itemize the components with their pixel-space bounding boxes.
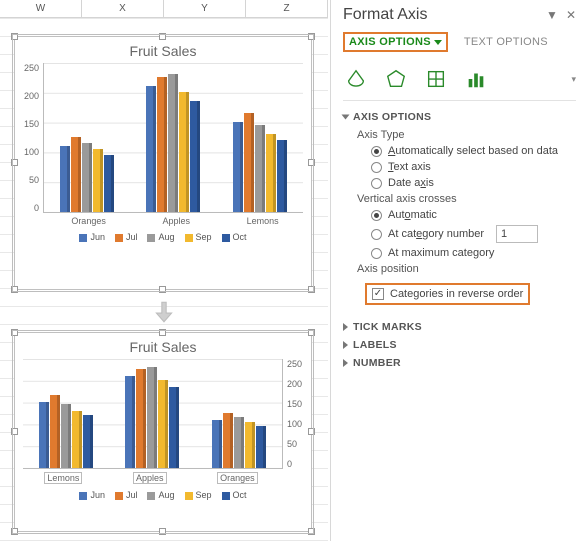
pane-title: Format Axis: [343, 6, 427, 24]
checkbox-icon: [372, 288, 384, 300]
category-number-input[interactable]: 1: [496, 225, 538, 243]
radio-at-category-number[interactable]: At category number1: [371, 225, 576, 243]
y-axis[interactable]: 250200150100500: [283, 359, 311, 469]
chart-title[interactable]: Fruit Sales: [15, 37, 311, 63]
format-axis-pane: Format Axis ▼ ✕ AXIS OPTIONS TEXT OPTION…: [330, 0, 586, 541]
chart-legend[interactable]: JunJulAugSepOct: [15, 486, 311, 504]
checkbox-categories-reverse[interactable]: Categories in reverse order: [365, 283, 530, 305]
effects-icon[interactable]: [383, 66, 409, 92]
x-axis-labels[interactable]: LemonsApplesOranges: [15, 469, 311, 486]
label-axis-type: Axis Type: [357, 129, 576, 141]
radio-text-axis[interactable]: Text axis: [371, 161, 576, 173]
chevron-down-icon[interactable]: ▾: [571, 74, 576, 85]
plot-area[interactable]: [23, 359, 283, 469]
col-header[interactable]: W: [0, 0, 82, 17]
fill-line-icon[interactable]: [343, 66, 369, 92]
chevron-down-icon: [434, 40, 442, 45]
arrow-down-icon: [150, 298, 178, 326]
section-axis-options[interactable]: AXIS OPTIONS: [343, 111, 576, 123]
chart-object-2[interactable]: Fruit Sales 250200150100500 LemonsApples…: [14, 332, 312, 532]
chart-legend[interactable]: JunJulAugSepOct: [15, 228, 311, 246]
label-axis-position: Axis position: [357, 263, 576, 275]
column-headers: W X Y Z: [0, 0, 328, 18]
radio-automatic[interactable]: Automatic: [371, 209, 576, 221]
close-icon[interactable]: ✕: [566, 8, 576, 22]
worksheet-area: W X Y Z Fruit Sales 250200150100500 Oran…: [0, 0, 328, 541]
radio-auto-select[interactable]: Automatically select based on data: [371, 145, 576, 157]
plot-area[interactable]: [43, 63, 303, 213]
col-header[interactable]: X: [82, 0, 164, 17]
chart-title[interactable]: Fruit Sales: [15, 333, 311, 359]
tab-text-options[interactable]: TEXT OPTIONS: [464, 36, 548, 48]
x-axis-labels[interactable]: OrangesApplesLemons: [15, 213, 311, 228]
radio-at-maximum-category[interactable]: At maximum category: [371, 247, 576, 259]
axis-options-icon[interactable]: [463, 66, 489, 92]
col-header[interactable]: Z: [246, 0, 328, 17]
tab-axis-options[interactable]: AXIS OPTIONS: [343, 32, 448, 52]
pane-options-icon[interactable]: ▼: [546, 8, 558, 22]
label-vertical-axis-crosses: Vertical axis crosses: [357, 193, 576, 205]
section-number[interactable]: NUMBER: [343, 357, 576, 369]
col-header[interactable]: Y: [164, 0, 246, 17]
size-properties-icon[interactable]: [423, 66, 449, 92]
chart-object-1[interactable]: Fruit Sales 250200150100500 OrangesApple…: [14, 36, 312, 290]
section-labels[interactable]: LABELS: [343, 339, 576, 351]
radio-date-axis[interactable]: Date axis: [371, 177, 576, 189]
y-axis[interactable]: 250200150100500: [15, 63, 43, 213]
section-tick-marks[interactable]: TICK MARKS: [343, 321, 576, 333]
